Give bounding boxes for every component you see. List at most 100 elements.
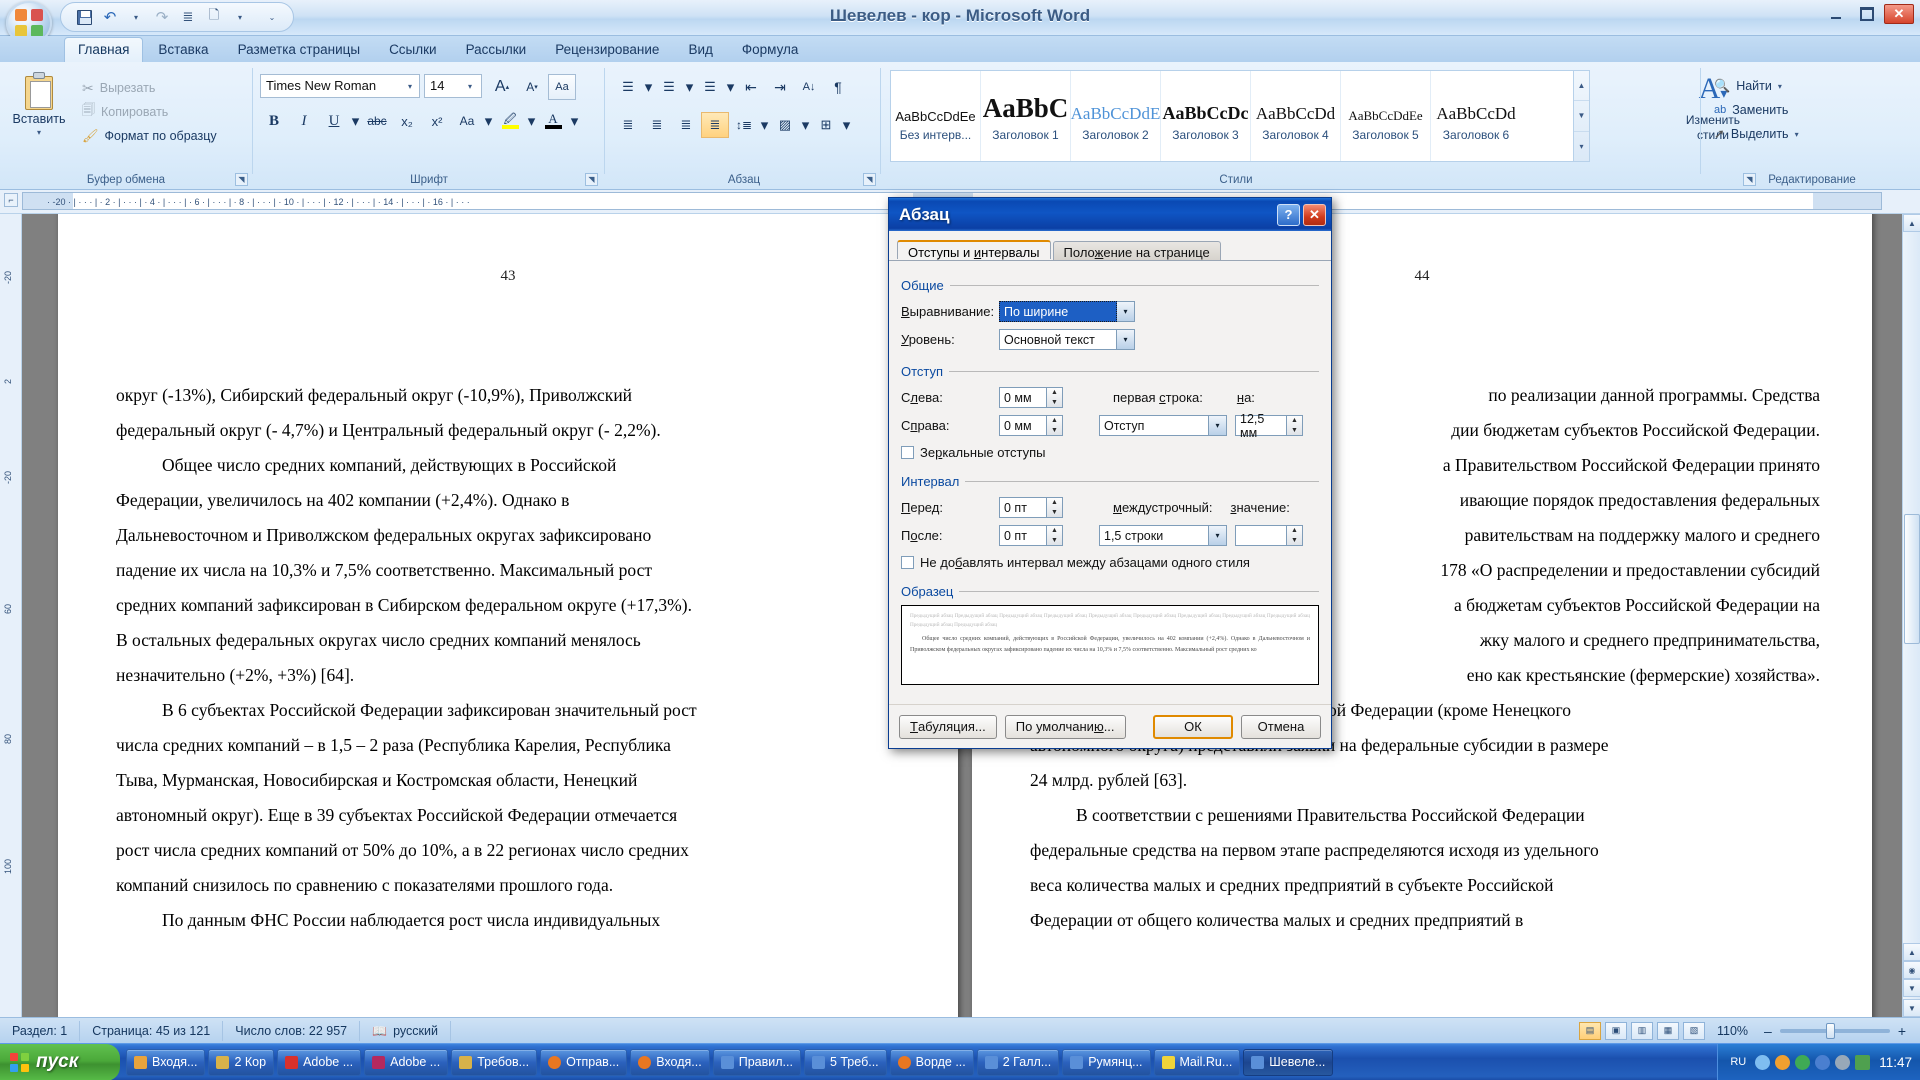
style-item-5[interactable]: AaBbCcDdEe Заголовок 5 bbox=[1341, 71, 1431, 161]
taskbar-item[interactable]: Румянц... bbox=[1062, 1048, 1151, 1076]
status-language[interactable]: 📖 русский bbox=[360, 1020, 451, 1041]
styles-gallery-scroll[interactable]: ▲ ▼ ▾ bbox=[1573, 70, 1590, 162]
bullets-dropdown-icon[interactable]: ▾ bbox=[643, 74, 654, 100]
tab-formula[interactable]: Формула bbox=[728, 37, 813, 62]
decrease-indent-icon[interactable]: ⇤ bbox=[737, 74, 765, 100]
taskbar-item[interactable]: Требов... bbox=[451, 1048, 538, 1076]
borders-icon[interactable]: ⊞ bbox=[812, 112, 840, 138]
indent-left-stepper[interactable]: ▲ ▼ bbox=[1047, 387, 1063, 408]
spacing-after-input[interactable]: 0 пт bbox=[999, 525, 1047, 546]
view-print-layout-icon[interactable]: ▤ bbox=[1578, 1021, 1601, 1040]
document-page-left[interactable]: 43 округ (-13%), Сибирский федеральный о… bbox=[58, 214, 958, 1017]
paste-button[interactable]: Вставить ▾ bbox=[8, 70, 70, 148]
find-button[interactable]: 🔍 Найти ▾ bbox=[1714, 74, 1799, 98]
scroll-down-icon[interactable]: ▼ bbox=[1903, 999, 1920, 1017]
taskbar-item[interactable]: Adobe ... bbox=[364, 1048, 449, 1076]
spacing-at-stepper[interactable]: ▲ ▼ bbox=[1287, 525, 1303, 546]
alignment-select[interactable]: По ширине bbox=[999, 301, 1117, 322]
clipboard-dialog-launcher[interactable]: ◥ bbox=[235, 173, 248, 186]
line-spacing-dropdown-icon[interactable]: ▾ bbox=[1209, 525, 1227, 546]
style-item-4[interactable]: AaBbCcDd Заголовок 4 bbox=[1251, 71, 1341, 161]
styles-more-icon[interactable]: ▾ bbox=[1574, 132, 1589, 161]
taskbar-item[interactable]: Правил... bbox=[712, 1048, 801, 1076]
tab-stop-selector[interactable]: ⌐ bbox=[4, 193, 18, 207]
style-item-0[interactable]: AaBbCcDdEe Без интерв... bbox=[891, 71, 981, 161]
start-button[interactable]: пуск bbox=[0, 1043, 120, 1080]
font-color-dropdown-icon[interactable]: ▾ bbox=[569, 108, 580, 134]
spacing-before-input[interactable]: 0 пт bbox=[999, 497, 1047, 518]
mirror-indents-checkbox[interactable] bbox=[901, 446, 914, 459]
status-section[interactable]: Раздел: 1 bbox=[0, 1020, 81, 1041]
spacing-at-input[interactable] bbox=[1235, 525, 1287, 546]
paste-dropdown-icon[interactable]: ▾ bbox=[37, 128, 41, 137]
alignment-dropdown-icon[interactable]: ▾ bbox=[1117, 301, 1135, 322]
shading-icon[interactable]: ▨ bbox=[771, 112, 799, 138]
tray-expand-icon[interactable] bbox=[1755, 1054, 1771, 1070]
taskbar-item-active[interactable]: Шевеле... bbox=[1243, 1048, 1334, 1076]
status-word-count[interactable]: Число слов: 22 957 bbox=[223, 1020, 361, 1041]
spacing-after-stepper[interactable]: ▲ ▼ bbox=[1047, 525, 1063, 546]
browse-prev-icon[interactable]: ▲ bbox=[1903, 943, 1920, 961]
system-clock[interactable]: 11:47 bbox=[1875, 1055, 1912, 1070]
font-name-input[interactable]: Times New Roman bbox=[260, 74, 420, 98]
document-body-left[interactable]: округ (-13%), Сибирский федеральный окру… bbox=[116, 378, 906, 938]
align-center-icon[interactable]: ≣ bbox=[643, 112, 671, 138]
tab-glavnaya[interactable]: Главная bbox=[64, 37, 144, 62]
change-case-dropdown-icon[interactable]: ▾ bbox=[483, 108, 494, 134]
cut-button[interactable]: ✂ Вырезать bbox=[82, 76, 217, 100]
zoom-in-button[interactable]: + bbox=[1894, 1023, 1910, 1039]
select-browse-object-icon[interactable]: ◉ bbox=[1903, 961, 1920, 979]
cancel-button[interactable]: Отмена bbox=[1241, 714, 1321, 739]
strikethrough-icon[interactable]: abc bbox=[363, 108, 391, 134]
no-space-same-style-checkbox[interactable] bbox=[901, 556, 914, 569]
tab-rassylki[interactable]: Рассылки bbox=[452, 37, 541, 62]
find-dropdown-icon[interactable]: ▾ bbox=[1778, 82, 1782, 91]
default-button[interactable]: По умолчани ю... bbox=[1004, 714, 1126, 739]
vertical-scrollbar[interactable]: ▲ ▲ ◉ ▼ ▼ bbox=[1902, 214, 1920, 1017]
line-spacing-icon[interactable]: ↕≣ bbox=[730, 112, 758, 138]
tab-vstavka[interactable]: Вставка bbox=[144, 37, 222, 62]
mirror-indents-checkbox-row[interactable]: Зеркальные отступы bbox=[901, 445, 1319, 460]
align-right-icon[interactable]: ≣ bbox=[672, 112, 700, 138]
line-spacing-select[interactable]: 1,5 строки bbox=[1099, 525, 1209, 546]
tray-antivirus-icon[interactable] bbox=[1775, 1054, 1791, 1070]
browse-next-icon[interactable]: ▼ bbox=[1903, 979, 1920, 997]
indent-left-input[interactable]: 0 мм bbox=[999, 387, 1047, 408]
change-case-icon[interactable]: Aa bbox=[453, 108, 481, 134]
tray-network-icon[interactable] bbox=[1835, 1054, 1851, 1070]
outline-level-select[interactable]: Основной текст bbox=[999, 329, 1117, 350]
paragraph-dialog-launcher[interactable]: ◥ bbox=[863, 173, 876, 186]
dialog-close-button[interactable]: ✕ bbox=[1303, 203, 1326, 226]
style-item-3[interactable]: AaBbCcDc Заголовок 3 bbox=[1161, 71, 1251, 161]
taskbar-item[interactable]: 2 Кор bbox=[208, 1048, 275, 1076]
indent-by-input[interactable]: 12,5 мм bbox=[1235, 412, 1287, 440]
view-full-screen-icon[interactable]: ▣ bbox=[1604, 1021, 1627, 1040]
taskbar-item[interactable]: Входя... bbox=[630, 1048, 710, 1076]
no-space-same-style-checkbox-row[interactable]: Не добавлять интервал между абзацами одн… bbox=[901, 555, 1319, 570]
taskbar-item[interactable]: 5 Треб... bbox=[803, 1048, 887, 1076]
bullets-icon[interactable]: ☰ bbox=[614, 74, 642, 100]
borders-dropdown-icon[interactable]: ▾ bbox=[841, 112, 852, 138]
view-draft-icon[interactable]: ▧ bbox=[1682, 1021, 1705, 1040]
shading-dropdown-icon[interactable]: ▾ bbox=[800, 112, 811, 138]
style-item-6[interactable]: AaBbCcDd Заголовок 6 bbox=[1431, 71, 1521, 161]
zoom-slider[interactable] bbox=[1779, 1022, 1890, 1039]
highlight-dropdown-icon[interactable]: ▾ bbox=[526, 108, 537, 134]
taskbar-item[interactable]: 2 Галл... bbox=[976, 1048, 1060, 1076]
underline-dropdown-icon[interactable]: ▾ bbox=[350, 108, 361, 134]
numbering-dropdown-icon[interactable]: ▾ bbox=[684, 74, 695, 100]
clear-formatting-icon[interactable]: Aa bbox=[548, 74, 576, 100]
taskbar-item[interactable]: Adobe ... bbox=[277, 1048, 362, 1076]
dialog-tab-line-page-breaks[interactable]: Положение на странице bbox=[1052, 241, 1221, 260]
style-item-2[interactable]: AaBbCcDdE Заголовок 2 bbox=[1071, 71, 1161, 161]
align-left-icon[interactable]: ≣ bbox=[614, 112, 642, 138]
tray-mail-icon[interactable] bbox=[1795, 1054, 1811, 1070]
dialog-tab-indents-spacing[interactable]: Отступы и интервалы bbox=[897, 240, 1051, 260]
zoom-level-label[interactable]: 110% bbox=[1709, 1024, 1756, 1038]
scrollbar-thumb[interactable] bbox=[1904, 514, 1920, 644]
taskbar-item[interactable]: Mail.Ru... bbox=[1153, 1048, 1241, 1076]
view-web-layout-icon[interactable]: ▥ bbox=[1630, 1021, 1653, 1040]
shrink-font-icon[interactable]: A ▾ bbox=[518, 74, 546, 100]
special-indent-select[interactable]: Отступ bbox=[1099, 415, 1209, 436]
italic-icon[interactable]: I bbox=[290, 108, 318, 134]
